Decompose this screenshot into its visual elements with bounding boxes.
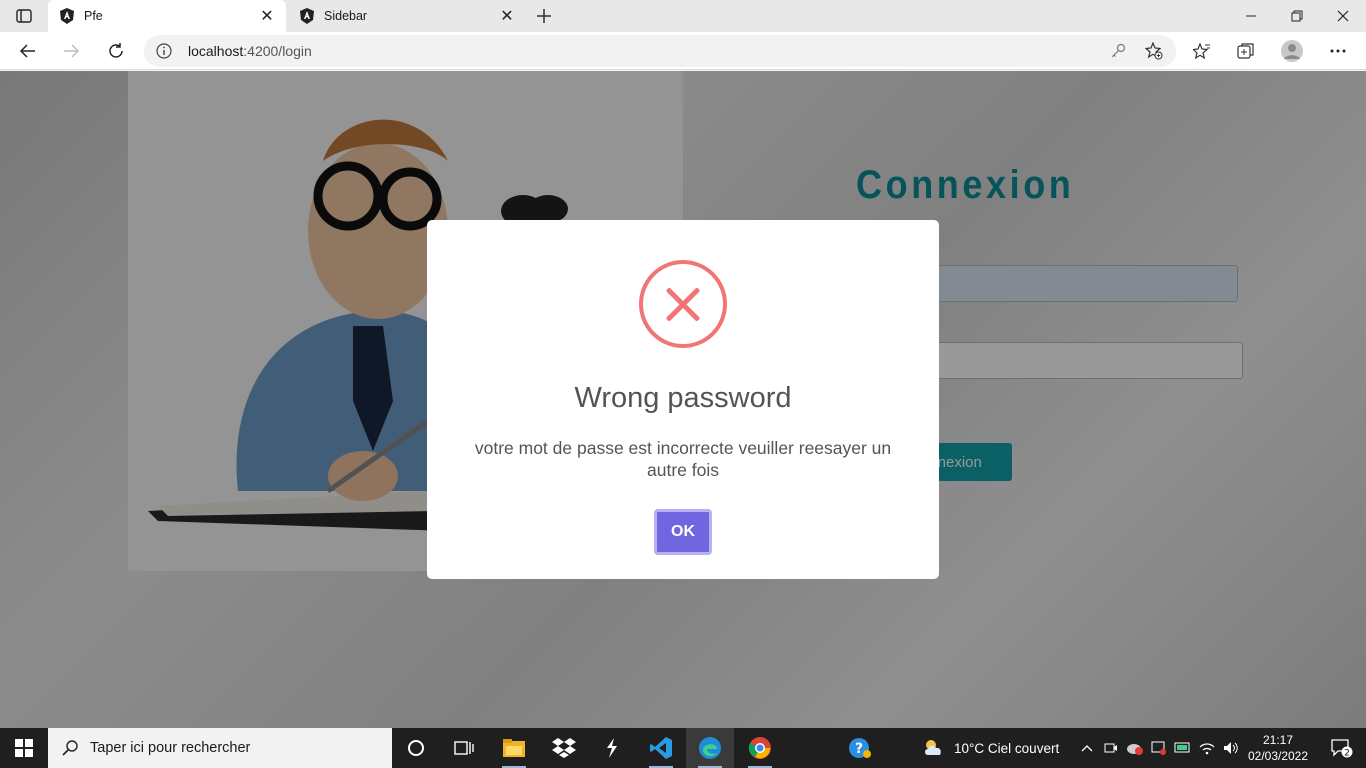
add-favorite-icon[interactable] [1142, 39, 1166, 63]
browser-toolbar: localhost:4200/login [0, 32, 1366, 70]
search-placeholder: Taper ici pour rechercher [90, 740, 251, 756]
notification-center-icon[interactable]: 2 [1318, 728, 1366, 768]
error-dialog: Wrong password votre mot de passe est in… [427, 220, 939, 579]
taskbar-clock[interactable]: 21:17 02/03/2022 [1246, 732, 1310, 764]
error-x-icon [639, 260, 727, 348]
taskbar-search-box[interactable]: Taper ici pour rechercher [48, 728, 392, 768]
volume-icon[interactable] [1220, 728, 1242, 768]
url-text[interactable]: localhost:4200/login [188, 43, 312, 59]
address-bar[interactable]: localhost:4200/login [144, 35, 1176, 67]
new-tab-icon[interactable] [532, 4, 556, 28]
task-view-icon[interactable] [440, 728, 488, 768]
windows-start-icon[interactable] [0, 728, 48, 768]
clock-date: 02/03/2022 [1247, 749, 1309, 763]
forward-icon[interactable] [56, 36, 86, 66]
meet-now-icon[interactable] [1100, 728, 1122, 768]
ok-button[interactable]: OK [654, 509, 712, 555]
restore-icon[interactable] [1274, 0, 1320, 32]
sublime-text-icon[interactable] [588, 728, 636, 768]
dialog-title: Wrong password [574, 382, 792, 414]
clock-time: 21:17 [1262, 733, 1294, 747]
dialog-message: votre mot de passe est incorrecte veuill… [474, 438, 892, 480]
collections-icon[interactable] [1231, 36, 1261, 66]
notification-count: 2 [1344, 749, 1350, 759]
tab-actions-icon[interactable] [12, 6, 36, 26]
close-tab-icon[interactable]: ✕ [256, 5, 278, 27]
wifi-icon[interactable] [1196, 728, 1218, 768]
angular-icon [60, 8, 74, 24]
file-explorer-icon[interactable] [490, 728, 538, 768]
battery-icon[interactable] [1172, 728, 1194, 768]
help-icon[interactable]: ? [836, 728, 884, 768]
weather-cloud-icon[interactable] [922, 737, 946, 759]
favorites-icon[interactable] [1187, 36, 1217, 66]
site-info-icon[interactable] [156, 43, 172, 59]
vscode-icon[interactable] [637, 728, 685, 768]
close-window-icon[interactable] [1320, 0, 1366, 32]
tab-pfe[interactable]: Pfe ✕ [48, 0, 286, 32]
profile-avatar-icon[interactable] [1277, 36, 1307, 66]
back-icon[interactable] [13, 36, 43, 66]
security-icon[interactable] [1148, 728, 1170, 768]
tab-sidebar[interactable]: Sidebar ✕ [288, 0, 526, 32]
angular-icon [300, 8, 314, 24]
app-status-icon[interactable] [1124, 728, 1146, 768]
password-key-icon[interactable] [1106, 39, 1130, 63]
cortana-icon[interactable] [392, 728, 440, 768]
weather-text[interactable]: 10°C Ciel couvert [954, 728, 1059, 768]
tab-title: Pfe [84, 9, 103, 23]
show-hidden-icons-icon[interactable] [1076, 728, 1098, 768]
dropbox-icon[interactable] [540, 728, 588, 768]
refresh-icon[interactable] [101, 36, 131, 66]
edge-icon[interactable] [686, 728, 734, 768]
chrome-icon[interactable] [736, 728, 784, 768]
windows-taskbar: Taper ici pour rechercher ? 10°C Ciel co… [0, 728, 1366, 768]
svg-text:?: ? [855, 741, 863, 757]
close-tab-icon[interactable]: ✕ [496, 5, 518, 27]
search-icon [62, 740, 78, 756]
tab-title: Sidebar [324, 9, 368, 23]
more-options-icon[interactable] [1323, 36, 1353, 66]
tab-strip: Pfe ✕ Sidebar ✕ [0, 0, 1366, 32]
minimize-icon[interactable] [1228, 0, 1274, 32]
